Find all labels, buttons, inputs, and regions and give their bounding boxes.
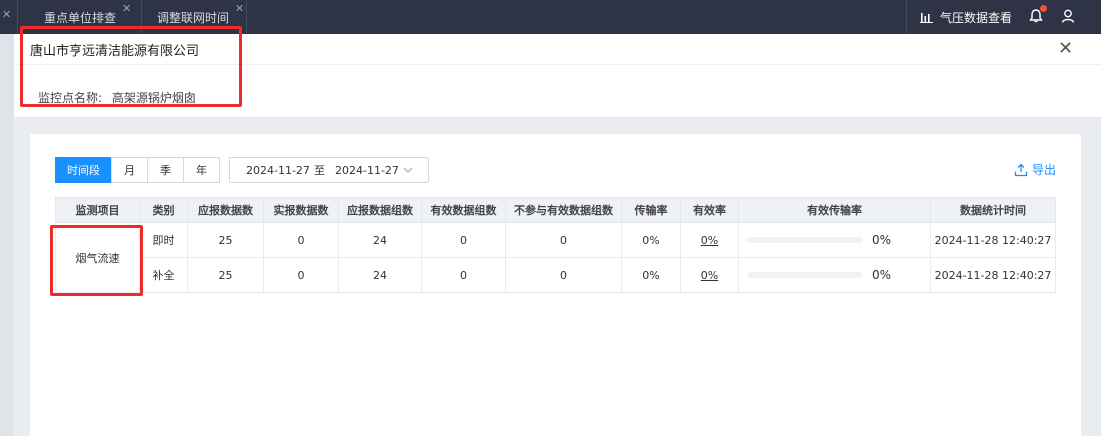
highlight-box-item [50,225,143,296]
valid-groups-cell: 0 [421,222,506,258]
close-icon[interactable]: ✕ [235,2,244,15]
column-header: 监测项目 [55,197,140,223]
tab-separator [246,0,247,34]
period-selector: 时间段 月 季 年 [55,157,220,183]
tab-separator [17,0,18,34]
upload-icon [1014,163,1028,176]
close-icon[interactable]: ✕ [122,2,131,15]
expected-groups-cell: 24 [338,257,422,293]
tab-label: 调整联网时间 [157,10,230,25]
notification-dot [1040,5,1047,12]
period-year-button[interactable]: 年 [183,157,220,183]
stat-time-cell: 2024-11-28 12:40:27 [930,257,1056,293]
column-header: 应报数据组数 [338,197,422,223]
tab-close-icon[interactable]: ✕ [2,8,11,21]
column-header: 有效数据组数 [421,197,506,223]
export-label: 导出 [1032,163,1057,177]
close-icon[interactable]: ✕ [1058,38,1073,59]
category-cell: 即时 [139,222,188,258]
progress-bar: 0% [739,268,930,282]
user-button[interactable] [1060,8,1076,27]
valid-transmission-rate-cell: 0% [738,257,931,293]
date-end[interactable]: 2024-11-27 [335,164,399,177]
valid-transmission-rate-cell: 0% [738,222,931,258]
table-header-row: 监测项目 类别 应报数据数 实报数据数 应报数据组数 有效数据组数 不参与有效数… [55,197,1056,223]
column-header: 实报数据数 [263,197,339,223]
column-header: 应报数据数 [187,197,264,223]
tab-separator [906,0,907,34]
valid-rate-cell: 0% [680,257,739,293]
progress-percent: 0% [872,233,892,247]
progress-track [747,272,862,278]
column-header: 传输率 [621,197,681,223]
period-time-range-button[interactable]: 时间段 [55,157,112,183]
category-cell: 补全 [139,257,188,293]
highlight-box-header [20,26,242,107]
pressure-label: 气压数据查看 [940,10,1013,25]
valid-rate-link[interactable]: 0% [701,234,718,247]
column-header: 不参与有效数据组数 [505,197,622,223]
period-quarter-button[interactable]: 季 [147,157,184,183]
chevron-down-icon [403,167,413,173]
table-row: 烟气流速 即时 25 0 24 0 0 0% 0% 0% 2024-11-28 … [55,222,1056,293]
reported-count-cell: 0 [263,222,339,258]
expected-count-cell: 25 [187,222,264,258]
bar-chart-icon [920,13,933,23]
export-button[interactable]: 导出 [1014,161,1056,178]
expected-groups-cell: 24 [338,222,422,258]
expected-count-cell: 25 [187,257,264,293]
period-month-button[interactable]: 月 [111,157,148,183]
progress-bar: 0% [739,233,930,247]
user-icon [1061,9,1075,23]
column-header: 有效传输率 [738,197,931,223]
pressure-data-button[interactable]: 气压数据查看 [920,0,1012,34]
transmission-rate-cell: 0% [621,257,681,293]
valid-rate-cell: 0% [680,222,739,258]
transmission-rate-cell: 0% [621,222,681,258]
progress-percent: 0% [872,268,892,282]
left-background-strip [0,34,14,436]
table-row: 补全 25 0 24 0 0 0% 0% 0% 2024-11-28 12:40… [56,257,1056,293]
notification-button[interactable] [1028,5,1047,27]
stats-table: 监测项目 类别 应报数据数 实报数据数 应报数据组数 有效数据组数 不参与有效数… [55,197,1056,293]
column-header: 数据统计时间 [930,197,1056,223]
stat-time-cell: 2024-11-28 12:40:27 [930,222,1056,258]
column-header: 类别 [139,197,188,223]
date-start[interactable]: 2024-11-27 [246,164,310,177]
excluded-groups-cell: 0 [505,222,622,258]
reported-count-cell: 0 [263,257,339,293]
column-header: 有效率 [680,197,739,223]
excluded-groups-cell: 0 [505,257,622,293]
valid-groups-cell: 0 [421,257,506,293]
valid-rate-link[interactable]: 0% [701,269,718,282]
progress-track [747,237,862,243]
date-range-picker[interactable]: 2024-11-27 至 2024-11-27 [229,157,429,183]
tab-label: 重点单位排查 [44,10,117,25]
date-separator: 至 [314,164,325,177]
